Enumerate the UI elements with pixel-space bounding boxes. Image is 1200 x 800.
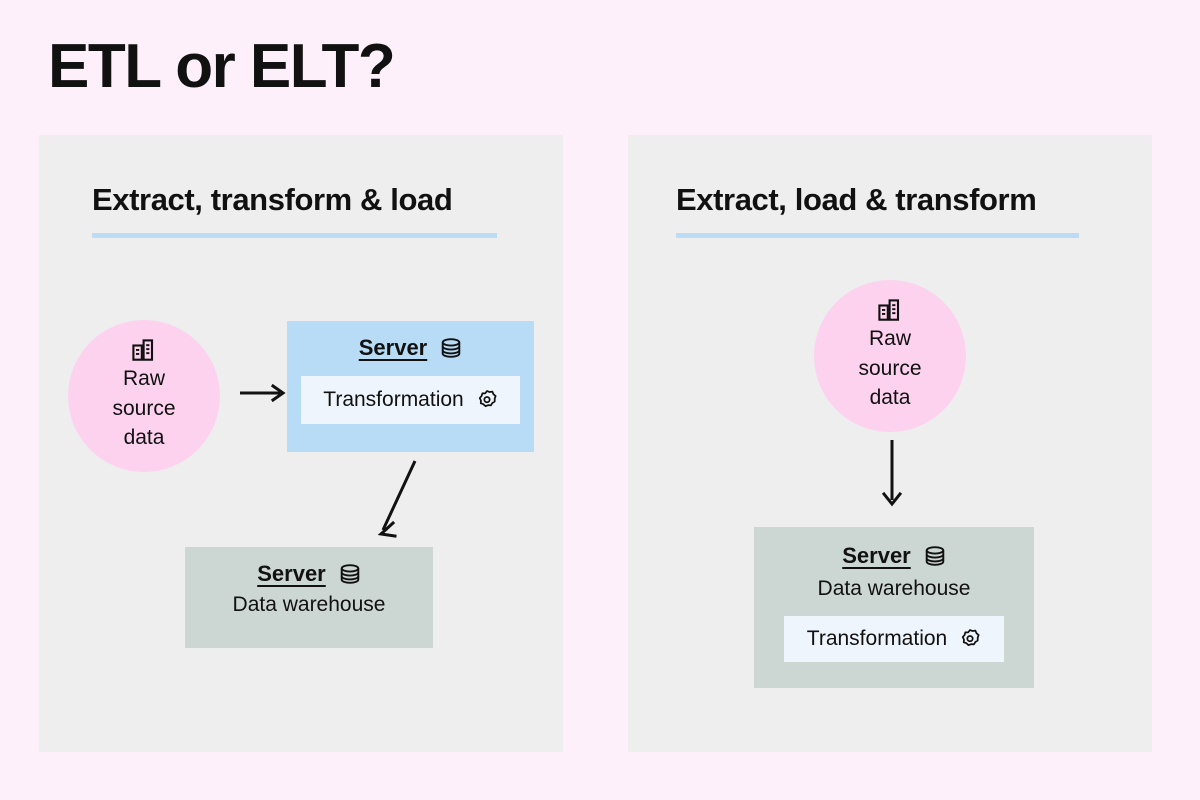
page-title: ETL or ELT? [48, 32, 396, 101]
panel-elt-heading: Extract, load & transform [676, 182, 1037, 217]
etl-server-title: Server [358, 335, 428, 360]
etl-warehouse-title: Server [257, 561, 326, 586]
elt-raw-source-data-circle: Raw source data [814, 280, 966, 432]
database-icon [924, 545, 946, 567]
etl-warehouse-box: Server Data warehouse [185, 547, 433, 648]
elt-warehouse-subtitle: Data warehouse [817, 577, 971, 600]
elt-source-line-2: source [858, 356, 922, 380]
etl-transformation-label: Transformation [323, 388, 464, 411]
etl-source-label: Raw source data [112, 364, 175, 453]
arrow-diagonal-down-left-icon [371, 457, 423, 539]
elt-source-label: Raw source data [858, 324, 921, 413]
elt-transformation-chip: Transformation [784, 616, 1004, 662]
etl-server-title-row: Server [287, 335, 534, 361]
elt-warehouse-title: Server [842, 543, 911, 568]
etl-transformation-chip: Transformation [301, 376, 520, 424]
elt-source-line-1: Raw [868, 326, 911, 350]
panel-etl-heading: Extract, transform & load [92, 182, 453, 217]
gear-icon [476, 389, 498, 411]
database-icon [339, 563, 361, 585]
database-icon [440, 337, 462, 359]
building-icon [132, 339, 156, 361]
etl-raw-source-data-circle: Raw source data [68, 320, 220, 472]
building-icon [878, 299, 902, 321]
panel-elt: Extract, load & transform Raw source dat… [628, 135, 1152, 752]
gear-icon [959, 628, 981, 650]
elt-warehouse-title-row: Server [754, 543, 1034, 569]
elt-transformation-label: Transformation [806, 627, 948, 650]
arrow-down-icon [876, 440, 908, 508]
etl-source-line-3: data [123, 426, 165, 450]
elt-warehouse-box: Server Data warehouse Transformation [754, 527, 1034, 688]
etl-server-box: Server Transformation [287, 321, 534, 452]
etl-source-line-2: source [112, 396, 176, 420]
panel-etl: Extract, transform & load Raw source dat… [39, 135, 563, 752]
arrow-right-icon [240, 382, 286, 404]
elt-source-line-3: data [869, 386, 911, 410]
etl-warehouse-title-row: Server [185, 561, 433, 587]
etl-warehouse-subtitle: Data warehouse [232, 593, 386, 616]
etl-source-line-1: Raw [122, 366, 165, 390]
panel-elt-heading-underline [676, 233, 1079, 238]
panel-etl-heading-underline [92, 233, 497, 238]
